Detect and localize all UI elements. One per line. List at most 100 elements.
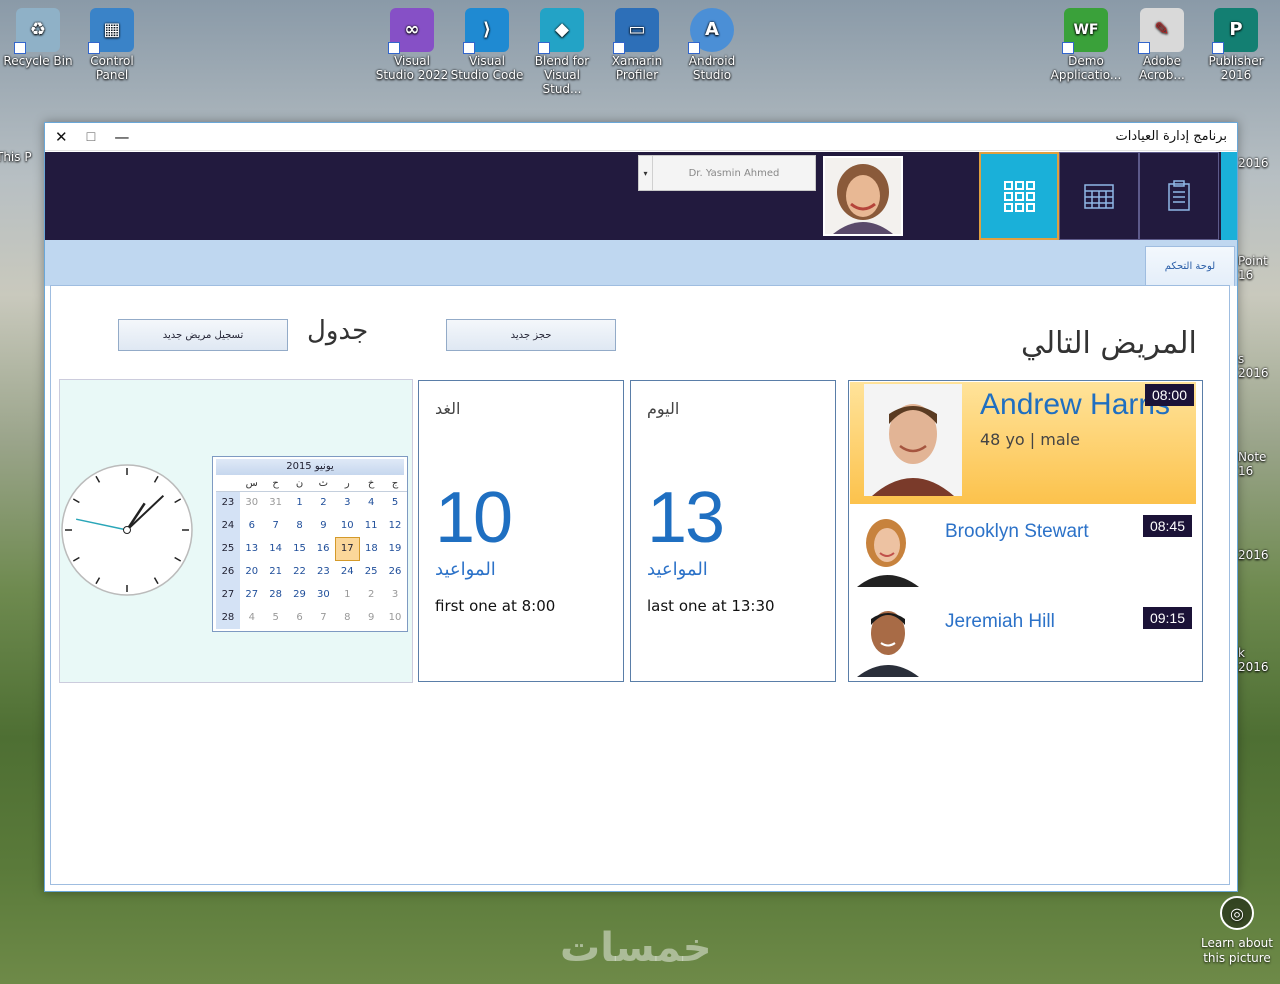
doctor-selector[interactable]: ▾ Dr. Yasmin Ahmed	[638, 155, 816, 191]
week-number: 24	[216, 514, 240, 537]
nav-dashboard[interactable]	[979, 152, 1059, 240]
calendar-day[interactable]: 12	[383, 514, 407, 537]
desktop-icon-recycle-bin[interactable]: ♻ Recycle Bin	[0, 8, 76, 68]
calendar-day[interactable]: 2	[311, 491, 335, 514]
calendar-day[interactable]: 1	[288, 491, 312, 514]
calendar-day-other[interactable]: 10	[383, 606, 407, 629]
calendar-day-other[interactable]: 4	[240, 606, 264, 629]
doctor-avatar	[823, 156, 903, 236]
calendar-day[interactable]: 8	[288, 514, 312, 537]
calendar-day[interactable]: 16	[311, 537, 335, 560]
calendar-day[interactable]: 20	[240, 560, 264, 583]
calendar-day[interactable]: 10	[335, 514, 359, 537]
tomorrow-count: 10	[435, 478, 513, 558]
today-label: اليوم	[647, 399, 680, 418]
calendar-day[interactable]: 11	[359, 514, 383, 537]
calendar-day[interactable]: 14	[264, 537, 288, 560]
calendar-day[interactable]: 15	[288, 537, 312, 560]
tomorrow-note: first one at 8:00	[435, 597, 556, 615]
next-patient-card[interactable]: Andrew Harris 48 yo | male 08:00	[850, 382, 1196, 504]
demo-app-icon: WF	[1062, 8, 1108, 54]
calendar-day[interactable]: 30	[311, 583, 335, 606]
nav-calendar[interactable]	[1059, 152, 1139, 240]
calendar-day[interactable]: 26	[383, 560, 407, 583]
calendar-header[interactable]: يونيو 2015	[216, 459, 404, 475]
nav-clipboard[interactable]	[1139, 152, 1219, 240]
tomorrow-sub: المواعيد	[435, 559, 496, 580]
weekday-label: ث	[311, 477, 336, 492]
calendar-day[interactable]: 9	[311, 514, 335, 537]
today-card[interactable]: اليوم 13 المواعيد last one at 13:30	[630, 380, 836, 682]
learn-about-picture[interactable]: ◎ Learn about this picture	[1200, 896, 1274, 966]
desktop-icon-partial[interactable]: Note 16	[1238, 450, 1278, 478]
desktop-icon-publisher[interactable]: P Publisher 2016	[1198, 8, 1274, 82]
calendar-day[interactable]: 23	[311, 560, 335, 583]
app-window: ✕ ☐ — برنامج إدارة العيادات ▾ Dr. Yasmin…	[44, 122, 1238, 892]
calendar-day[interactable]: 28	[264, 583, 288, 606]
desktop-icon-partial[interactable]: k 2016	[1238, 646, 1278, 674]
week-number: 25	[216, 537, 240, 560]
patient-info: 48 yo | male	[980, 430, 1080, 449]
tab-dashboard[interactable]: لوحة التحكم	[1145, 246, 1235, 286]
desktop-icon-partial[interactable]: 2016	[1238, 156, 1278, 170]
new-patient-button[interactable]: تسجيل مريض جديد	[118, 319, 288, 351]
calendar-day[interactable]: 25	[359, 560, 383, 583]
calendar-day[interactable]: 3	[335, 491, 359, 514]
calendar-day-other[interactable]: 1	[335, 583, 359, 606]
desktop-icon-partial[interactable]: s 2016	[1238, 352, 1278, 380]
desktop-icon-partial[interactable]: 2016	[1238, 548, 1278, 562]
calendar-day[interactable]: 5	[383, 491, 407, 514]
next-patient-title: المريض التالي	[1021, 326, 1197, 361]
weekday-label: ن	[287, 477, 312, 492]
desktop-icon-label: Control Panel	[90, 54, 134, 82]
blend-icon: ◆	[538, 8, 584, 54]
patient-name: Andrew Harris	[980, 388, 1171, 421]
desktop-icon-adobe-acrobat[interactable]: ✎ Adobe Acrob...	[1124, 8, 1200, 82]
calendar-day[interactable]: 17	[334, 536, 360, 561]
calendar-day[interactable]: 6	[240, 514, 264, 537]
new-booking-button[interactable]: حجز جديد	[446, 319, 616, 351]
desktop-icon-android-studio[interactable]: A Android Studio	[674, 8, 750, 82]
list-item[interactable]: Jeremiah Hill 09:15	[849, 597, 1202, 687]
close-button[interactable]: ✕	[55, 128, 68, 146]
desktop-icon-partial[interactable]: This P	[0, 150, 40, 164]
chevron-down-icon[interactable]: ▾	[639, 156, 653, 190]
desktop-icon-control-panel[interactable]: ▦ Control Panel	[74, 8, 150, 82]
calendar-day[interactable]: 4	[359, 491, 383, 514]
calendar-day-other[interactable]: 3	[383, 583, 407, 606]
calendar-day[interactable]: 18	[359, 537, 383, 560]
calendar-icon	[1084, 184, 1114, 209]
calendar-day-other[interactable]: 6	[288, 606, 312, 629]
calendar-day-other[interactable]: 2	[359, 583, 383, 606]
today-note: last one at 13:30	[647, 597, 775, 615]
list-item[interactable]: Brooklyn Stewart 08:45	[849, 507, 1202, 597]
desktop-icon-demo-app[interactable]: WF Demo Applicatio...	[1048, 8, 1124, 82]
calendar-day[interactable]: 29	[288, 583, 312, 606]
desktop-icon-label: Publisher 2016	[1208, 54, 1264, 82]
desktop-icon-label: Recycle Bin	[3, 54, 73, 68]
calendar-day[interactable]: 22	[288, 560, 312, 583]
calendar-day[interactable]: 21	[264, 560, 288, 583]
calendar-day[interactable]: 13	[240, 537, 264, 560]
calendar-widget: يونيو 2015 س ح ن ث ر خ ج 23 30 31 1 2 3 4 5 24 6 7 8 9 10 11 1…	[212, 456, 408, 632]
desktop-icon-partial[interactable]: Point 16	[1238, 254, 1278, 282]
tomorrow-card[interactable]: الغد 10 المواعيد first one at 8:00	[418, 380, 624, 682]
desktop-icon-xamarin-profiler[interactable]: ▭ Xamarin Profiler	[599, 8, 675, 82]
weekday-label: ر	[335, 477, 360, 492]
minimize-button[interactable]: —	[114, 128, 129, 146]
desktop-icon-visual-studio[interactable]: ∞ Visual Studio 2022	[374, 8, 450, 82]
desktop-icon-vscode[interactable]: ⟩ Visual Studio Code	[449, 8, 525, 82]
calendar-day-other[interactable]: 7	[311, 606, 335, 629]
calendar-day-other[interactable]: 8	[335, 606, 359, 629]
calendar-day[interactable]: 19	[383, 537, 407, 560]
calendar-day[interactable]: 7	[264, 514, 288, 537]
appointment-time: 09:15	[1142, 607, 1192, 629]
calendar-day-other[interactable]: 31	[264, 491, 288, 514]
maximize-button[interactable]: ☐	[86, 130, 97, 144]
calendar-day-other[interactable]: 5	[264, 606, 288, 629]
desktop-icon-blend[interactable]: ◆ Blend for Visual Stud...	[524, 8, 600, 96]
calendar-day[interactable]: 24	[335, 560, 359, 583]
calendar-day[interactable]: 27	[240, 583, 264, 606]
calendar-day-other[interactable]: 9	[359, 606, 383, 629]
calendar-day-other[interactable]: 30	[240, 491, 264, 514]
